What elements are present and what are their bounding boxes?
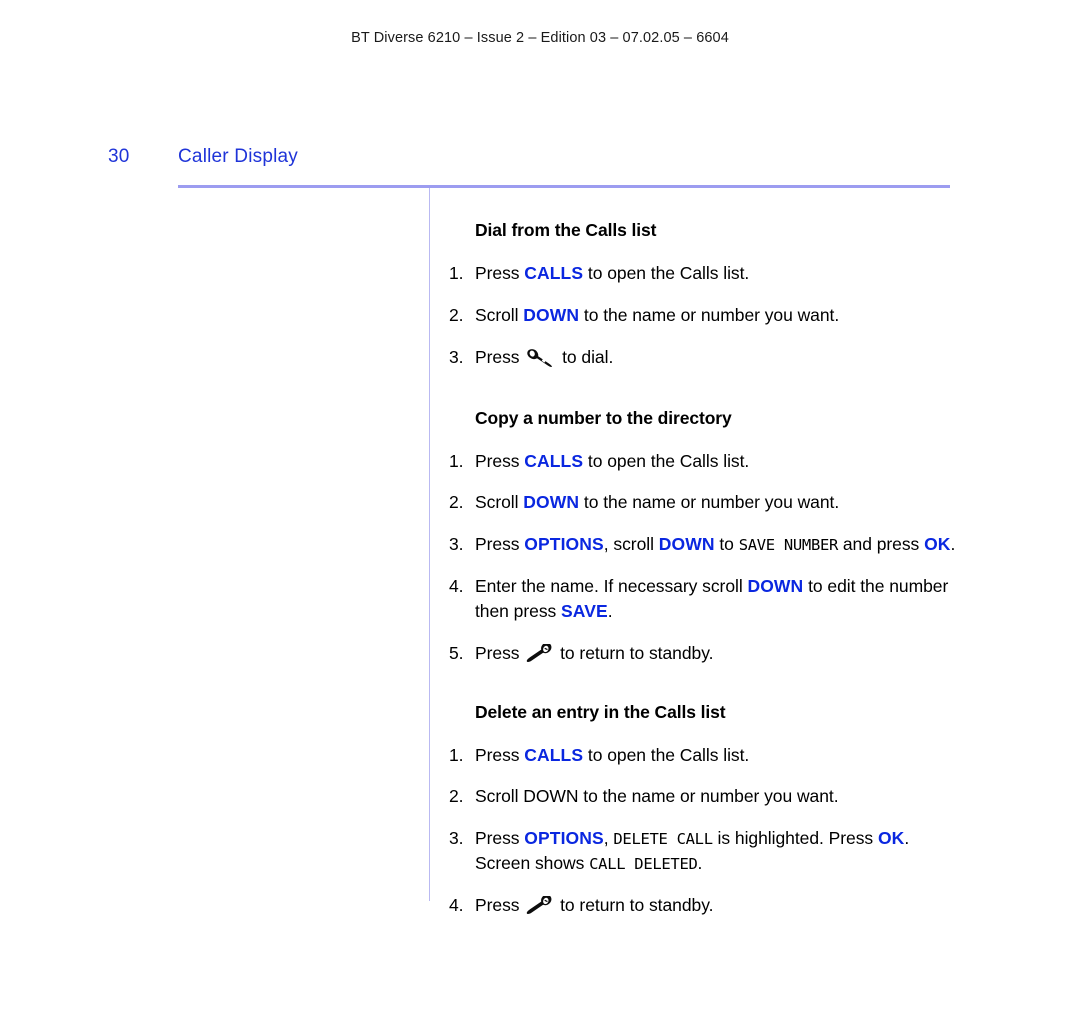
key-name-text: CALLS [524, 263, 584, 283]
step-item: 1. Press CALLS to open the Calls list. [449, 449, 959, 474]
step-number: 4. [449, 894, 464, 915]
step-text: to return to standby. [555, 642, 714, 663]
running-header: BT Diverse 6210 – Issue 2 – Edition 03 –… [351, 30, 729, 46]
step-text: to open the Calls list. [583, 744, 750, 765]
section-title: Caller Display [178, 146, 299, 167]
step-text: Press [475, 534, 525, 555]
step-number: 3. [449, 534, 464, 555]
step-text: and press [838, 534, 925, 555]
step-number: 2. [449, 492, 464, 513]
step-list: 1. Press CALLS to open the Calls list. 2. S… [449, 449, 959, 666]
step-text: to open the Calls list. [583, 263, 750, 283]
step-text: to dial. [557, 346, 614, 367]
step-number: 5. [449, 642, 464, 663]
step-number: 3. [449, 346, 464, 367]
step-text: Scroll [475, 492, 524, 513]
step-number: 2. [449, 304, 464, 325]
step-item: 2. Scroll DOWN to the name or number you … [449, 784, 959, 809]
page-heading-row: 30 Caller Display [108, 146, 952, 176]
step-item: 1. Press CALLS to open the Calls list. [449, 261, 959, 286]
step-text: Press [475, 744, 525, 765]
step-number: 1. [449, 450, 464, 471]
step-text: to the name or number you want. [579, 492, 840, 513]
instruction-section: Copy a number to the directory 1. Press CA… [449, 408, 959, 666]
key-name-text: OK [877, 828, 905, 849]
section-sub-heading: Dial from the Calls list [475, 220, 657, 240]
horizontal-rule [178, 185, 950, 188]
step-text: Scroll DOWN to the name or number you wa… [475, 786, 839, 807]
key-name-text: OK [924, 534, 951, 555]
section-sub-heading: Delete an entry in the Calls list [475, 701, 726, 722]
step-item: 3. Press OPTIONS, DELETE CALL is highligh… [449, 826, 959, 876]
key-name-text: DOWN [523, 304, 580, 325]
step-item: 2. Scroll DOWN to the name or number you … [449, 490, 959, 515]
key-name-text: OPTIONS [524, 534, 604, 555]
key-name-text: CALLS [524, 744, 584, 765]
step-text: is highlighted. Press [712, 828, 878, 849]
step-list: 1. Press CALLS to open the Calls list. 2. S… [449, 261, 959, 370]
step-text: . [607, 600, 613, 621]
step-text: to [714, 534, 739, 555]
step-number: 1. [449, 263, 464, 283]
step-item: 5. Press to return to standby. [449, 641, 959, 666]
step-text: , scroll [603, 534, 659, 555]
key-name-text: SAVE [561, 600, 608, 621]
lcd-display-text: CALL DELETED [589, 855, 698, 874]
page-number: 30 [108, 146, 130, 167]
step-number: 4. [449, 576, 464, 597]
step-item: 4. Enter the name. If necessary scroll DO… [449, 574, 959, 624]
step-text: Press [475, 450, 525, 471]
step-item: 4. Press to return to standby. [449, 893, 959, 918]
key-name-text: DOWN [658, 534, 715, 555]
step-text: Scroll [475, 304, 524, 325]
section-sub-heading: Copy a number to the directory [475, 407, 732, 428]
key-name-text: CALLS [524, 450, 584, 471]
lcd-display-text: SAVE NUMBER [738, 536, 839, 555]
step-list: 1. Press CALLS to open the Calls list. 2. S… [449, 743, 959, 918]
step-item: 3. Press to dial. [449, 345, 959, 370]
instruction-section: Dial from the Calls list 1. Press CALLS to… [449, 220, 959, 370]
step-text: , [603, 828, 614, 849]
step-text: Enter the name. If necessary scroll [475, 576, 748, 597]
vertical-divider-rule [429, 188, 430, 901]
step-text: Press [475, 828, 525, 849]
step-item: 3. Press OPTIONS, scroll DOWN to SAVE NUM… [449, 532, 959, 557]
step-text: Press [475, 263, 525, 283]
step-text: Press [475, 894, 525, 915]
instruction-section: Delete an entry in the Calls list 1. Press… [449, 702, 959, 918]
step-text: . [950, 534, 956, 555]
step-number: 3. [449, 828, 464, 849]
key-name-text: OPTIONS [524, 828, 604, 849]
step-number: 1. [449, 744, 464, 765]
step-text: . [697, 853, 703, 874]
key-name-text: DOWN [747, 576, 804, 597]
step-text: to open the Calls list. [583, 450, 750, 471]
step-text: Press [475, 642, 525, 663]
key-name-text: DOWN [523, 492, 580, 513]
end-call-handset-icon [526, 895, 552, 916]
step-text: to return to standby. [555, 894, 714, 915]
step-item: 2. Scroll DOWN to the name or number you … [449, 303, 959, 328]
step-number: 2. [449, 786, 464, 807]
lcd-display-text: DELETE CALL [613, 830, 713, 849]
step-text: to the name or number you want. [579, 304, 840, 325]
step-text: Press [475, 346, 525, 367]
talk-handset-icon [526, 348, 554, 368]
end-call-handset-icon [526, 643, 552, 664]
step-item: 1. Press CALLS to open the Calls list. [449, 743, 959, 768]
instruction-content: Dial from the Calls list 1. Press CALLS to… [449, 210, 959, 918]
